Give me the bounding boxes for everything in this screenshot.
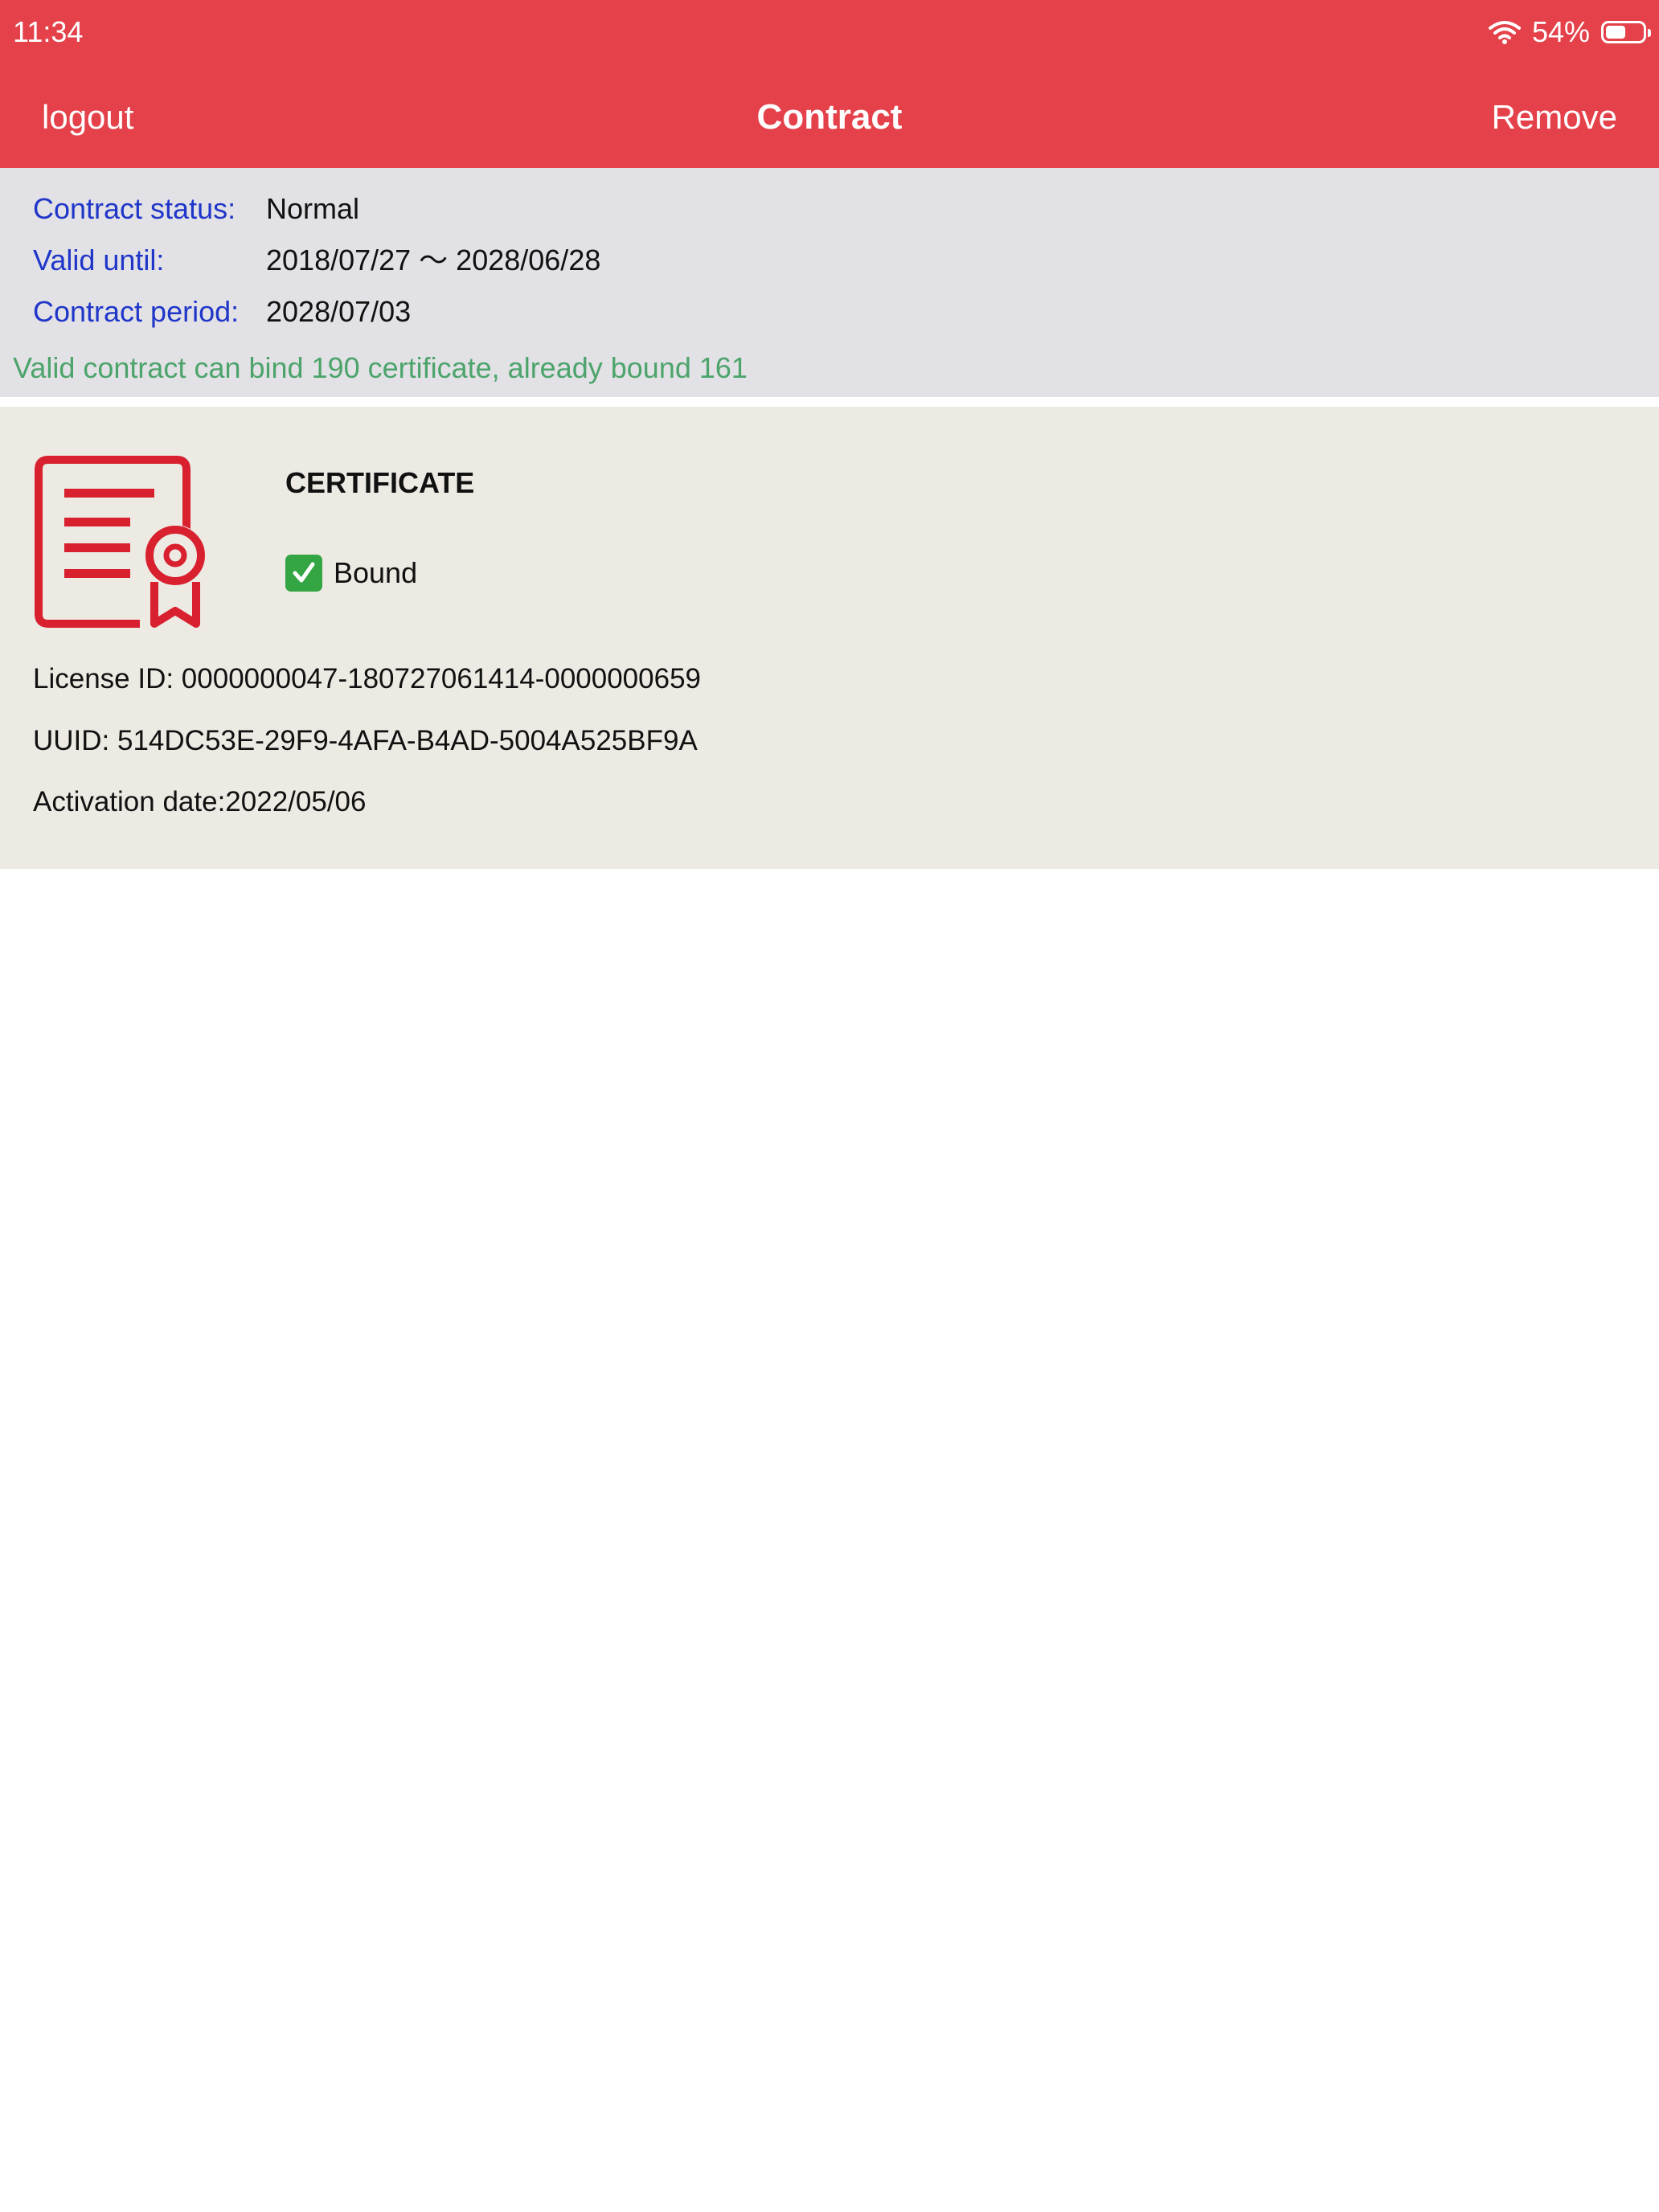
bound-status: Bound <box>285 553 417 593</box>
valid-until-value: 2018/07/27 〜 2028/06/28 <box>266 244 601 276</box>
binding-capacity-note: Valid contract can bind 190 certificate,… <box>13 351 748 384</box>
contract-status-value: Normal <box>266 192 360 225</box>
activation-date: Activation date:2022/05/06 <box>33 786 367 817</box>
contract-period-label: Contract period: <box>33 295 240 328</box>
checkmark-icon <box>285 555 322 592</box>
contract-status-row: Contract status: Normal <box>33 189 359 229</box>
status-indicators: 54% <box>1488 13 1651 51</box>
contract-period-row: Contract period: 2028/07/03 <box>33 292 411 332</box>
contract-period-value: 2028/07/03 <box>266 295 412 328</box>
app-header: 11:34 54% logout Contract Remove <box>0 0 1659 168</box>
contract-info-panel: Contract status: Normal Valid until: 201… <box>0 168 1659 397</box>
bound-status-label: Bound <box>334 556 418 589</box>
uuid: UUID: 514DC53E-29F9-4AFA-B4AD-5004A525BF… <box>33 725 698 756</box>
battery-level <box>1606 26 1625 39</box>
certificate-icon <box>35 456 206 628</box>
page-title: Contract <box>756 97 903 137</box>
battery-percent: 54% <box>1531 15 1590 48</box>
wifi-icon <box>1488 21 1521 44</box>
valid-until-row: Valid until: 2018/07/27 〜 2028/06/28 <box>33 240 600 281</box>
status-time: 11:34 <box>13 15 84 48</box>
contract-status-label: Contract status: <box>33 192 236 225</box>
remove-button[interactable]: Remove <box>1492 95 1617 140</box>
valid-until-label: Valid until: <box>33 244 165 276</box>
license-id: License ID: 0000000047-180727061414-0000… <box>33 663 702 694</box>
battery-icon <box>1601 21 1651 43</box>
certificate-title: CERTIFICATE <box>285 466 475 499</box>
certificate-card[interactable]: CERTIFICATE Bound License ID: 0000000047… <box>0 407 1659 869</box>
